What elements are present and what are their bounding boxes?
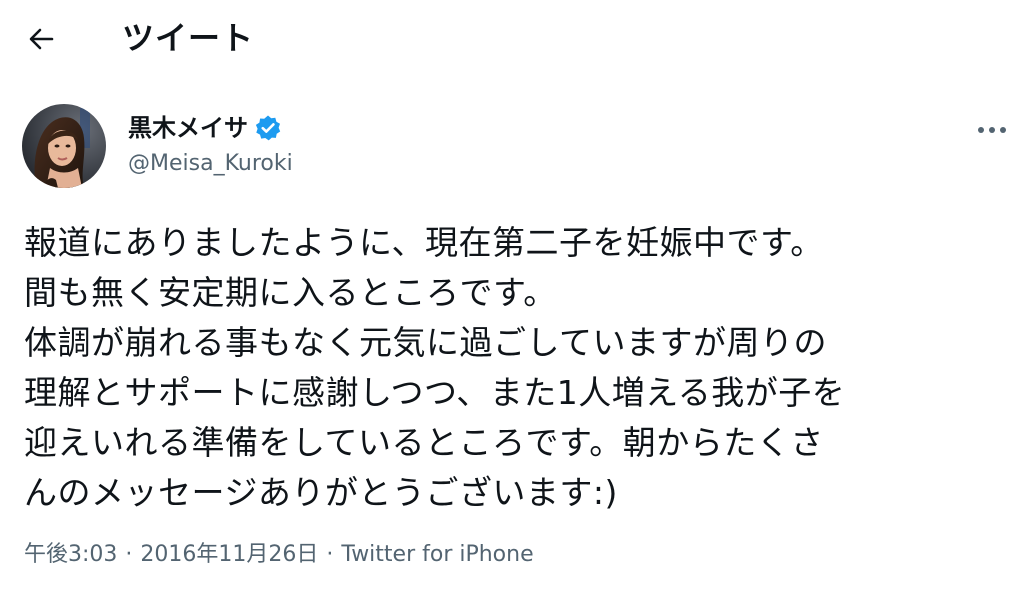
tweet-text-line: 理解とサポートに感謝しつつ、また1人増える我が子を	[24, 373, 846, 412]
avatar-image	[22, 104, 106, 188]
more-horizontal-icon	[978, 127, 1006, 133]
page-title: ツイート	[122, 19, 255, 57]
author-name[interactable]: 黒木メイサ	[128, 110, 248, 146]
more-options-button[interactable]	[970, 112, 1014, 148]
verified-badge-icon	[254, 114, 282, 142]
tweet-text-line: 報道にありましたように、現在第二子を妊娠中です。	[24, 223, 824, 262]
author-name-row: 黒木メイサ	[128, 110, 282, 146]
tweet-text-line: 迎えいれる準備をしているところです。朝からたくさ	[24, 423, 824, 462]
tweet-text: 報道にありましたように、現在第二子を妊娠中です。 間も無く安定期に入るところです…	[24, 218, 1009, 518]
tweet-meta: 午後3:03 · 2016年11月26日 · Twitter for iPhone	[24, 538, 534, 572]
author-handle[interactable]: @Meisa_Kuroki	[128, 148, 293, 180]
avatar[interactable]	[22, 104, 106, 188]
top-bar: ツイート	[0, 0, 1024, 78]
tweet-text-line: んのメッセージありがとうございます:)	[24, 473, 618, 512]
tweet-date[interactable]: 2016年11月26日	[140, 542, 318, 567]
tweet-text-line: 間も無く安定期に入るところです。	[24, 273, 557, 312]
arrow-left-icon	[29, 28, 54, 50]
meta-separator: ·	[326, 542, 334, 567]
tweet-text-line: 体調が崩れる事もなく元気に過ごしていますが周りの	[24, 323, 828, 362]
meta-separator: ·	[125, 542, 133, 567]
back-button[interactable]	[22, 20, 60, 58]
tweet-source[interactable]: Twitter for iPhone	[341, 542, 533, 567]
tweet-time[interactable]: 午後3:03	[24, 542, 117, 567]
